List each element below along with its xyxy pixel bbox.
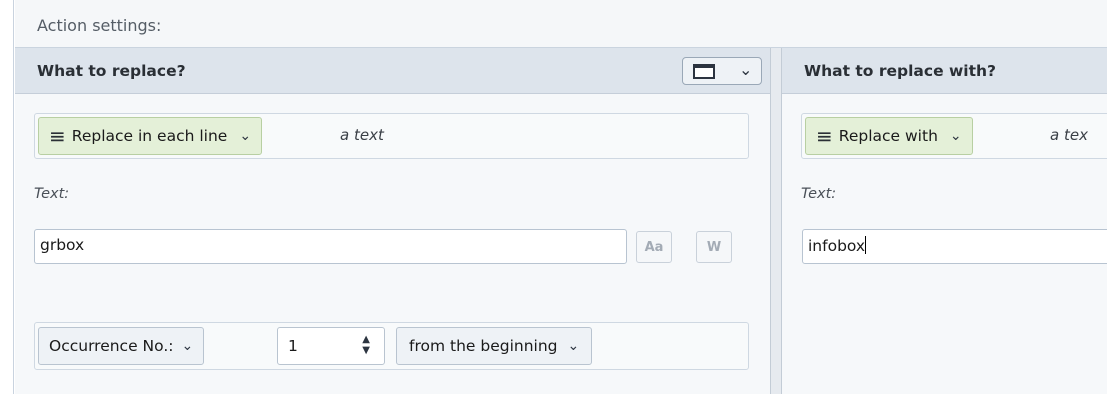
replace-mode-row: ≡ Replace in each line ⌄ a text [34,113,749,159]
occurrence-label: Occurrence No.: [49,337,174,355]
menu-icon: ≡ [816,124,833,148]
occurrence-number-stepper[interactable]: 1 ▲ ▼ [277,327,385,365]
mode-description: a text [340,126,384,144]
replacement-text-value: infobox [808,237,866,255]
search-text-input[interactable]: grbox [34,229,627,264]
search-text-value: grbox [40,236,85,254]
window-icon [693,64,715,79]
mode-description: a tex [1050,126,1088,144]
occurrence-row: Occurrence No.: ⌄ 1 ▲ ▼ from the beginnin… [34,322,749,370]
what-to-replace-with-panel: What to replace with? ≡ Replace with ⌄ a… [782,48,1107,394]
occurrence-dropdown[interactable]: Occurrence No.: ⌄ [38,327,205,365]
chevron-down-icon: ⌄ [949,128,962,144]
replace-with-label: Replace with [838,127,938,145]
chevron-down-icon: ⌄ [567,338,580,354]
match-case-label: Aa [644,239,664,255]
occurrence-number-value: 1 [288,337,298,355]
text-label: Text: [34,186,70,202]
whole-word-label: W [706,239,722,255]
view-mode-button[interactable]: ⌄ [682,57,762,85]
panel-title: What to replace with? [804,62,997,80]
direction-dropdown[interactable]: from the beginning ⌄ [396,327,593,365]
replace-mode-dropdown[interactable]: ≡ Replace in each line ⌄ [38,117,263,155]
panel-title: What to replace? [37,62,186,80]
panel-splitter[interactable] [770,48,782,394]
match-case-button[interactable]: Aa [636,231,672,263]
chevron-down-icon: ⌄ [181,338,194,354]
chevron-down-icon: ⌄ [239,128,252,144]
replacement-text-input[interactable]: infobox [802,229,1107,264]
panel-header: What to replace? ⌄ [15,48,770,94]
action-settings-title: Action settings: [37,16,162,35]
up-down-arrows-icon[interactable]: ▲ ▼ [362,334,370,356]
replace-with-dropdown[interactable]: ≡ Replace with ⌄ [805,117,973,155]
text-label: Text: [801,186,837,202]
action-settings-header: Action settings: [15,0,1107,48]
panel-header: What to replace with? [782,48,1107,94]
replace-mode-label: Replace in each line [71,127,228,145]
window-left-edge [0,0,14,394]
menu-icon: ≡ [49,124,66,148]
text-caret [865,236,867,254]
what-to-replace-panel: What to replace? ⌄ ≡ Replace in each lin… [15,48,770,394]
whole-word-button[interactable]: W [696,231,732,263]
chevron-down-icon: ⌄ [739,60,753,79]
replace-with-mode-row: ≡ Replace with ⌄ a tex [801,113,1107,159]
direction-label: from the beginning [409,337,558,355]
